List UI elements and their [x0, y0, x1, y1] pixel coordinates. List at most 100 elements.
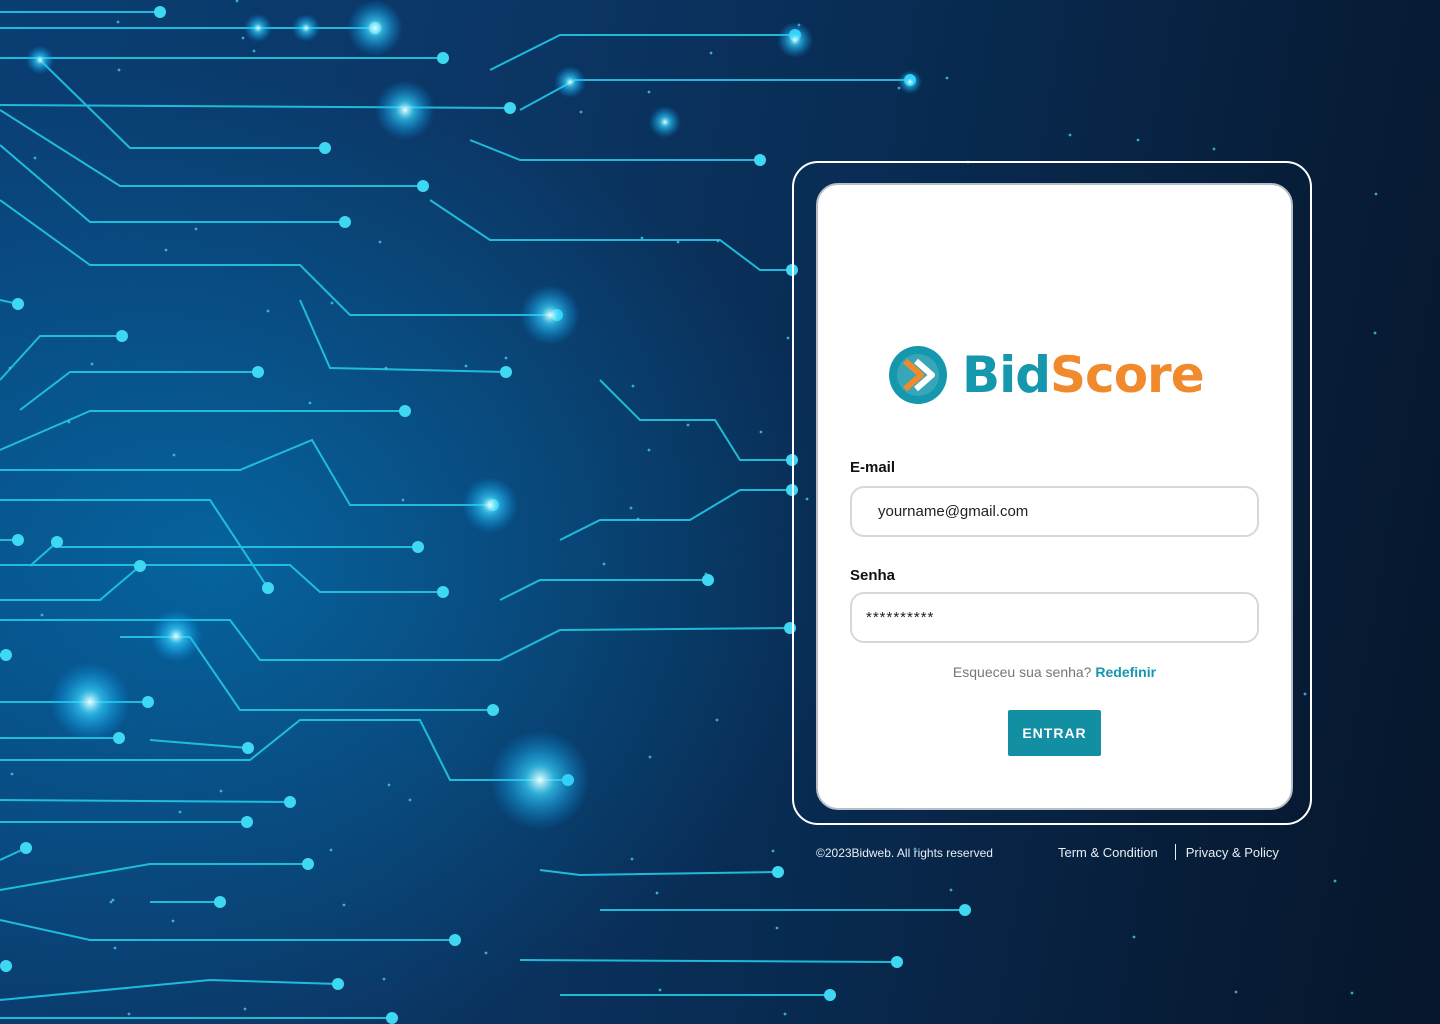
star-dot — [771, 849, 775, 853]
star-dot — [658, 988, 662, 992]
circuit-trace — [429, 199, 792, 271]
circuit-trace — [499, 579, 708, 601]
glow-spot — [50, 662, 130, 742]
star-dot — [342, 903, 346, 907]
circuit-trace — [0, 499, 269, 589]
star-dot — [378, 240, 382, 244]
star-dot — [408, 798, 412, 802]
star-dot — [1373, 331, 1377, 335]
star-dot — [648, 755, 652, 759]
circuit-node — [51, 536, 63, 548]
email-field[interactable] — [850, 486, 1259, 537]
star-dot — [709, 51, 713, 55]
circuit-trace — [19, 371, 258, 411]
star-dot — [504, 356, 508, 360]
circuit-trace — [0, 144, 345, 223]
glow-spot — [898, 70, 922, 94]
star-dot — [630, 857, 634, 861]
circuit-node — [241, 816, 253, 828]
star-dot — [647, 90, 651, 94]
glow-spot — [347, 0, 403, 56]
circuit-trace — [489, 34, 795, 71]
star-dot — [640, 236, 644, 240]
circuit-node — [262, 582, 274, 594]
star-dot — [401, 498, 405, 502]
circuit-trace — [559, 489, 792, 541]
circuit-node — [12, 534, 24, 546]
circuit-node — [332, 978, 344, 990]
circuit-node — [487, 704, 499, 716]
star-dot — [219, 789, 223, 793]
star-dot — [949, 888, 953, 892]
circuit-node — [437, 52, 449, 64]
circuit-node — [449, 934, 461, 946]
star-dot — [1132, 935, 1136, 939]
circuit-trace — [0, 919, 455, 941]
forgot-password-row: Esqueceu sua senha? Redefinir — [818, 664, 1291, 680]
circuit-node — [134, 560, 146, 572]
circuit-trace — [0, 978, 339, 1001]
star-dot — [1136, 138, 1140, 142]
circuit-trace — [0, 799, 291, 803]
circuit-trace — [0, 335, 122, 381]
circuit-node — [504, 102, 516, 114]
star-dot — [579, 110, 583, 114]
star-dot — [602, 562, 606, 566]
circuit-node — [242, 742, 254, 754]
circuit-trace — [299, 299, 507, 373]
circuit-node — [339, 216, 351, 228]
footer-divider — [1174, 844, 1176, 860]
circuit-node — [0, 649, 12, 661]
star-dot — [631, 384, 635, 388]
circuit-trace — [0, 410, 405, 451]
terms-link[interactable]: Term & Condition — [1058, 845, 1158, 860]
star-dot — [775, 926, 779, 930]
star-dot — [127, 1012, 131, 1016]
circuit-trace — [519, 959, 898, 963]
circuit-node — [142, 696, 154, 708]
star-dot — [252, 49, 256, 53]
star-dot — [676, 240, 680, 244]
circuit-node — [417, 180, 429, 192]
star-dot — [715, 718, 719, 722]
star-dot — [945, 76, 949, 80]
glow-spot — [554, 66, 586, 98]
reset-password-link[interactable]: Redefinir — [1095, 664, 1156, 680]
glow-spot — [292, 14, 320, 42]
circuit-node — [412, 541, 424, 553]
glow-spot — [26, 46, 54, 74]
circuit-trace — [149, 739, 249, 749]
circuit-node — [284, 796, 296, 808]
brand-wordmark: BidScore — [962, 350, 1205, 400]
circuit-node — [386, 1012, 398, 1024]
glow-spot — [490, 730, 590, 830]
circuit-trace — [0, 619, 791, 661]
star-dot — [10, 772, 14, 776]
login-button[interactable]: ENTRAR — [1008, 710, 1101, 756]
circuit-node — [702, 574, 714, 586]
circuit-node — [20, 842, 32, 854]
glow-spot — [244, 14, 272, 42]
circuit-trace — [0, 564, 443, 593]
star-dot — [636, 517, 640, 521]
circuit-node — [500, 366, 512, 378]
star-dot — [116, 20, 120, 24]
star-dot — [1374, 192, 1378, 196]
password-field[interactable] — [850, 592, 1259, 643]
circuit-node — [319, 142, 331, 154]
star-dot — [8, 366, 12, 370]
star-dot — [783, 1012, 787, 1016]
privacy-link[interactable]: Privacy & Policy — [1186, 845, 1279, 860]
circuit-node — [437, 586, 449, 598]
circuit-trace — [0, 438, 493, 506]
star-dot — [171, 919, 175, 923]
star-dot — [90, 362, 94, 366]
star-dot — [1234, 990, 1238, 994]
glow-spot — [649, 106, 681, 138]
glow-spot — [520, 285, 580, 345]
circuit-node — [399, 405, 411, 417]
star-dot — [235, 0, 239, 3]
star-dot — [194, 227, 198, 231]
star-dot — [686, 423, 690, 427]
star-dot — [329, 848, 333, 852]
